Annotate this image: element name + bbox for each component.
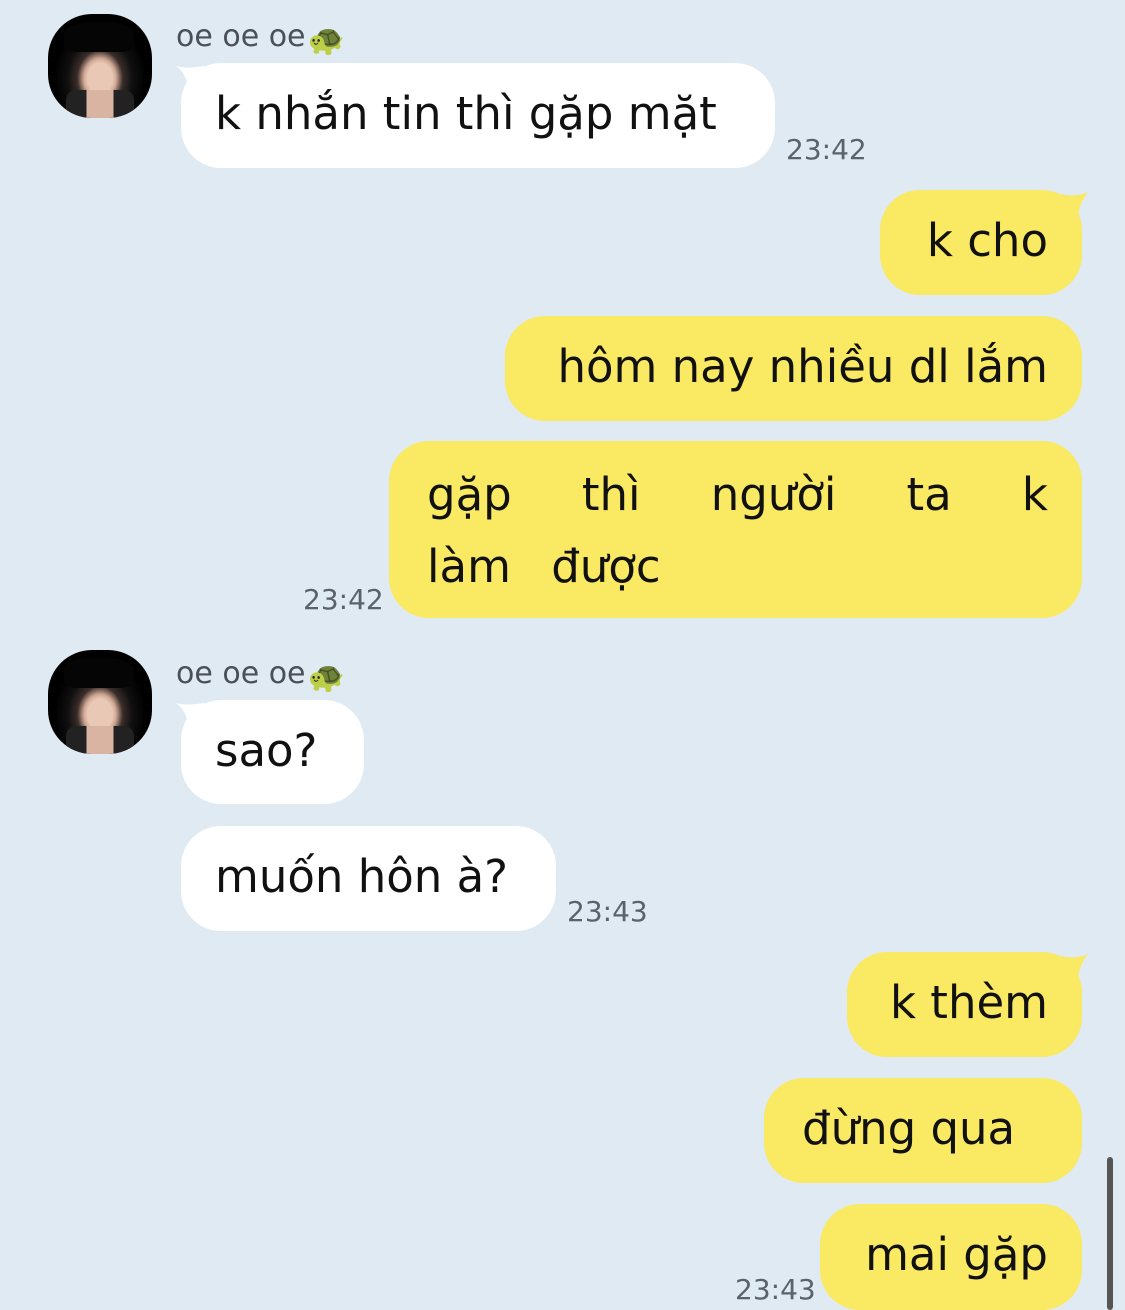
contact-avatar[interactable]: [48, 14, 152, 118]
message-text: k nhắn tin thì gặp mặt: [215, 87, 717, 140]
message-timestamp: 23:43: [735, 1273, 816, 1306]
message-text: đừng qua: [802, 1102, 1016, 1155]
message-bubble-outgoing[interactable]: hôm nay nhiều dl lắm: [505, 316, 1082, 421]
message-text: k thèm: [889, 976, 1048, 1029]
message-bubble-incoming[interactable]: sao?: [181, 700, 364, 804]
sender-name: oe oe oe🐢: [176, 656, 345, 695]
message-text: sao?: [215, 724, 318, 777]
turtle-emoji-icon: 🐢: [307, 23, 345, 58]
scrollbar[interactable]: [1107, 1157, 1113, 1310]
message-timestamp: 23:42: [303, 583, 384, 616]
message-text: gặp thì người ta k làm được: [427, 468, 1048, 593]
sender-name: oe oe oe🐢: [176, 19, 345, 58]
turtle-emoji-icon: 🐢: [307, 660, 345, 695]
message-text: mai gặp: [865, 1228, 1048, 1281]
message-timestamp: 23:42: [786, 133, 867, 166]
message-bubble-outgoing[interactable]: gặp thì người ta k làm được: [389, 441, 1082, 618]
message-bubble-outgoing[interactable]: k cho: [880, 190, 1082, 295]
message-bubble-outgoing[interactable]: k thèm: [847, 952, 1082, 1057]
contact-avatar[interactable]: [48, 650, 152, 754]
message-bubble-incoming[interactable]: k nhắn tin thì gặp mặt: [181, 63, 775, 168]
message-text: k cho: [926, 214, 1048, 267]
message-text: muốn hôn à?: [215, 850, 509, 903]
message-bubble-outgoing[interactable]: mai gặp: [820, 1204, 1082, 1310]
chat-thread[interactable]: oe oe oe🐢 k nhắn tin thì gặp mặt 23:42 k…: [0, 0, 1125, 1310]
message-text: hôm nay nhiều dl lắm: [557, 340, 1048, 393]
message-bubble-incoming[interactable]: muốn hôn à?: [181, 826, 556, 931]
message-timestamp: 23:43: [567, 895, 648, 928]
message-bubble-outgoing[interactable]: đừng qua: [764, 1078, 1082, 1183]
